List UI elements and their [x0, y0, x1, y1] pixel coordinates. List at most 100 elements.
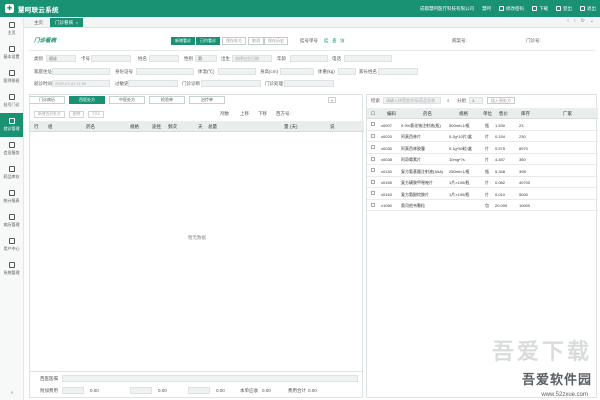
treatment-input[interactable]: [284, 80, 334, 87]
age-input[interactable]: [290, 55, 328, 62]
booked-visit-button[interactable]: 已约看诊: [196, 37, 220, 45]
move-up-button[interactable]: 上移: [240, 111, 249, 117]
type-select[interactable]: 初诊: [46, 55, 76, 62]
download-button[interactable]: 下载: [532, 6, 548, 12]
row-checkbox[interactable]: [371, 122, 375, 126]
watermark-url: www.52zxue.com: [541, 392, 588, 398]
sidebar-item-home[interactable]: 主页: [0, 17, 23, 41]
drug-name: 复方氨基酸注射液(3AA): [401, 168, 444, 174]
tab-prev-icon[interactable]: ‹: [567, 18, 569, 24]
table-row[interactable]: x0020 阿莫西林片 0.2g*10片/盒 片 0.154 230: [367, 131, 598, 142]
refresh-icon[interactable]: ↻: [581, 18, 585, 24]
drug-stock: 398: [519, 168, 526, 174]
select-all-checkbox[interactable]: ☐: [371, 111, 375, 117]
extra-fee-select[interactable]: [62, 387, 84, 394]
history-input[interactable]: [128, 80, 178, 87]
user-group-icon: [8, 142, 15, 148]
wm-advice-input[interactable]: [62, 375, 358, 382]
phone-input[interactable]: [344, 55, 392, 62]
save-history-button[interactable]: 保存历史: [264, 37, 288, 45]
group-label: 分组: [457, 98, 466, 103]
sidebar-item-records[interactable]: 病历管理: [0, 209, 23, 233]
row-checkbox[interactable]: [371, 191, 375, 195]
family-input[interactable]: [378, 68, 418, 75]
group-input[interactable]: 1: [469, 97, 483, 104]
row-checkbox[interactable]: [371, 202, 375, 207]
diagnosis-label: 门诊诊断: [182, 80, 200, 86]
total-label: 费用合计: [288, 388, 306, 393]
height-input[interactable]: [280, 68, 314, 75]
drug-name: 阿莫西林片: [401, 134, 421, 139]
name-label: 姓名: [138, 55, 147, 61]
date-input[interactable]: 2022-07-22 11:09: [52, 80, 110, 87]
move-down-button[interactable]: 下移: [258, 111, 267, 117]
reg-button[interactable]: 挂: [324, 38, 329, 44]
birth-input[interactable]: 选择出生日期: [232, 55, 272, 62]
sidebar-item-user-center[interactable]: 用户中心: [0, 233, 23, 257]
sidebar-item-schedule[interactable]: 医师排班: [0, 65, 23, 89]
tab-next-icon[interactable]: ›: [574, 18, 576, 24]
receivable-label: 本单应收: [240, 388, 258, 393]
exit-button[interactable]: 退出: [580, 6, 596, 12]
sidebar-item-system[interactable]: 系统管理: [0, 257, 23, 281]
extra-fee-select-2[interactable]: [130, 387, 152, 394]
table-row[interactable]: x0035 阿莫西林胶囊 0.1g*50粒/盒 片 0.575 8970: [367, 142, 598, 154]
sidebar-item-inventory[interactable]: 药品库存: [0, 161, 23, 185]
weight-input[interactable]: [338, 68, 356, 75]
row-checkbox[interactable]: [371, 179, 375, 184]
modify-password-button[interactable]: 修改密码: [499, 6, 524, 12]
drug-spec: 0.1g*50粒/盒: [449, 145, 472, 151]
sidebar-item-settings[interactable]: 基本设置: [0, 41, 23, 65]
logout-button[interactable]: 登出: [556, 6, 572, 12]
search-icon[interactable]: ⌕: [447, 98, 450, 103]
birth-label: 出生: [221, 55, 230, 61]
print-button[interactable]: 打印: [88, 110, 104, 118]
temperature-input[interactable]: [218, 68, 256, 75]
cancel-button[interactable]: 取消: [248, 37, 264, 45]
drug-stock: 23: [519, 122, 524, 128]
insert-rx-button[interactable]: 插入到处方: [487, 97, 515, 104]
sidebar-item-visit[interactable]: 就诊管理: [0, 113, 23, 137]
sidebar-item-reports[interactable]: 统计报表: [0, 185, 23, 209]
treatment-label: 门诊处理: [265, 80, 283, 86]
tab-outpatient[interactable]: 门诊看病 ×: [50, 18, 84, 27]
temperature-label: 体温(℃): [198, 68, 215, 74]
row-checkbox[interactable]: [371, 156, 375, 161]
table-row[interactable]: x0007 0.9%氯化钠注射液(瓶) 500ml×1/瓶 瓶 1.530 23: [367, 119, 598, 131]
drug-price: 20.000: [495, 203, 508, 208]
delete-button[interactable]: 删除: [68, 110, 85, 118]
row-checkbox[interactable]: [371, 168, 375, 172]
close-icon[interactable]: ×: [76, 20, 78, 25]
diagnosis-input[interactable]: [201, 80, 261, 87]
address-label: 家庭住址: [34, 68, 52, 74]
table-row[interactable]: x1050 奥司他韦颗粒 包 20.000 10000: [367, 200, 598, 211]
app-name: 慧呵联云系统: [18, 6, 59, 14]
new-rx-button[interactable]: 新增西药处方: [34, 110, 65, 118]
table-row[interactable]: x0038 阿奇霉素片 10mg*7s 片 4.457 350: [367, 154, 598, 165]
row-checkbox[interactable]: [371, 133, 375, 138]
drug-unit: 包: [485, 203, 489, 208]
card-input[interactable]: [91, 55, 131, 62]
table-row[interactable]: x0163 复方氨酚烷胺片 1片×100/瓶 片 0.010 5000: [367, 188, 598, 200]
drug-search-input[interactable]: 请输入拼音首字母/药品名称: [383, 97, 441, 104]
address-input[interactable]: [52, 68, 110, 75]
name-input[interactable]: [149, 55, 179, 62]
user-name[interactable]: 慧呵: [482, 6, 491, 12]
table-row[interactable]: x0140 复方氨基酸注射液(3AA) 250ml×1/瓶 瓶 5.348 398: [367, 165, 598, 177]
sidebar-item-registration[interactable]: 挂号门诊: [0, 89, 23, 113]
gender-select[interactable]: 男: [195, 55, 217, 62]
divider: [29, 50, 595, 51]
new-visit-button[interactable]: 新增看诊: [171, 37, 195, 45]
row-checkbox[interactable]: [371, 145, 375, 149]
collapse-sidebar-button[interactable]: »: [0, 390, 24, 396]
id-input[interactable]: [136, 68, 194, 75]
visit-button[interactable]: 访: [340, 38, 345, 44]
sidebar-item-member[interactable]: 会员服务: [0, 137, 23, 161]
tab-menu-icon[interactable]: ⌄: [590, 18, 594, 24]
query-button[interactable]: 查: [332, 38, 337, 44]
extra-fee-select-3[interactable]: [188, 387, 210, 394]
table-row[interactable]: x0155 复方磺胺甲噁唑片 1片×100/瓶 片 0.082 49700: [367, 177, 598, 188]
drug-unit: 片: [485, 180, 489, 185]
save-rx-button[interactable]: 保存处方: [222, 37, 246, 45]
tab-home[interactable]: 主页: [29, 18, 48, 27]
